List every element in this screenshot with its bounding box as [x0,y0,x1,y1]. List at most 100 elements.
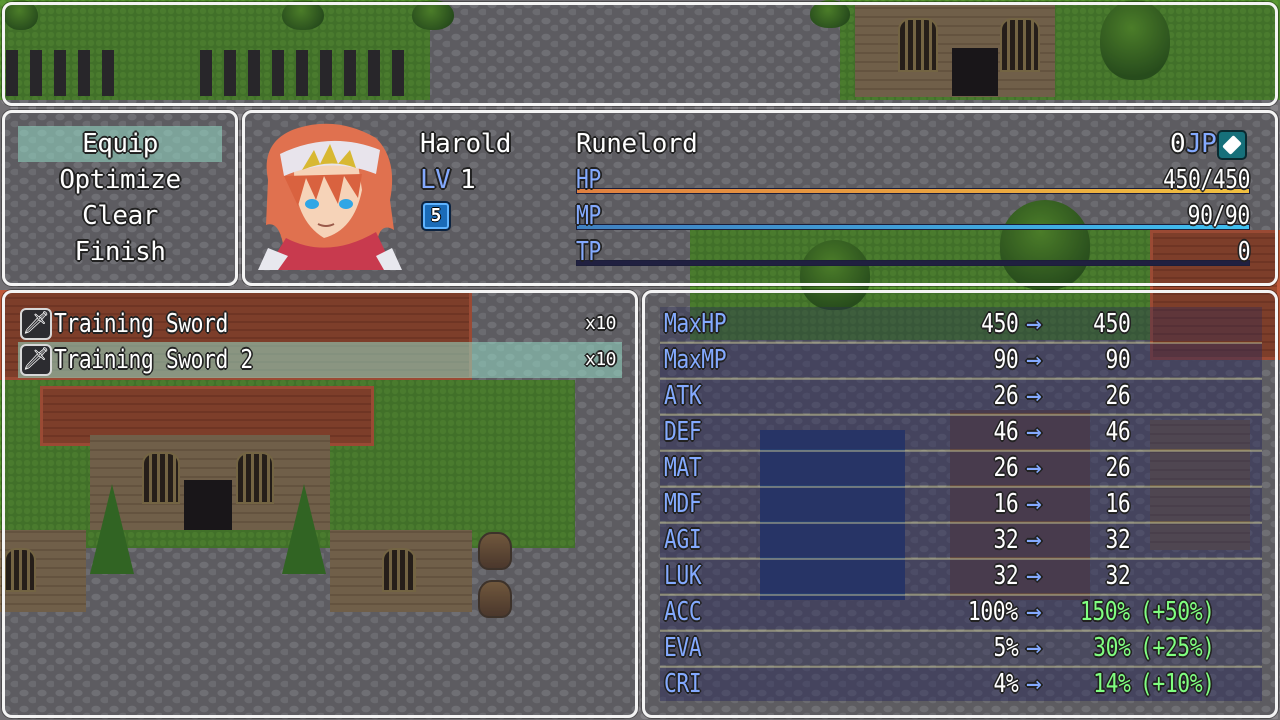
stat-name: MaxHP [664,309,727,339]
stat-difference: (+50%) [1140,597,1215,627]
hp-value: 450/450 [1163,165,1250,195]
stat-row-divider [660,522,1262,524]
stat-row-divider [660,414,1262,416]
stat-name: ACC [664,597,702,627]
stat-new-value: 150% [1080,597,1130,627]
stat-row-divider [660,450,1262,452]
tp-label: TP [576,237,601,267]
stat-current-value: 32 [993,561,1018,591]
command-finish[interactable]: Finish [18,234,222,270]
stat-name: CRI [664,669,702,699]
stat-row-def [660,415,1262,449]
arrow-right-icon: → [1026,453,1042,483]
stat-row-mat [660,451,1262,485]
stat-current-value: 90 [993,345,1018,375]
arrow-right-icon: → [1026,309,1042,339]
stat-difference: (+10%) [1140,669,1215,699]
mp-gauge-fill [577,225,1249,229]
stat-current-value: 26 [993,381,1018,411]
job-points-label: JP [1186,129,1217,159]
command-label: Clear [82,201,158,231]
sword-icon: 🗡 [20,308,52,340]
arrow-right-icon: → [1026,345,1042,375]
command-equip[interactable]: Equip [18,126,222,162]
arrow-right-icon: → [1026,633,1042,663]
arrow-right-icon: → [1026,381,1042,411]
stat-new-value: 14% [1092,669,1131,699]
mp-value: 90/90 [1187,201,1251,231]
stat-row-maxhp [660,307,1262,341]
actor-level: 1 [460,165,476,195]
stat-row-atk [660,379,1262,413]
level-label: LV [420,165,451,195]
stat-row-divider [660,342,1262,344]
job-points-value: 0 [1170,129,1186,159]
stat-name: LUK [664,561,702,591]
actor-name: Harold [420,129,511,159]
command-label: Finish [74,237,166,267]
stat-name: MDF [664,489,702,519]
command-label: Equip [82,129,158,159]
command-optimize[interactable]: Optimize [18,162,222,198]
stat-name: MAT [664,453,702,483]
item-count: x10 [584,349,617,370]
stat-current-value: 100% [968,597,1018,627]
stat-current-value: 450 [980,309,1019,339]
stat-row-divider [660,558,1262,560]
stat-new-value: 30% [1092,633,1131,663]
stat-difference: (+25%) [1140,633,1215,663]
badge-number: 5 [430,205,442,226]
stat-current-value: 46 [993,417,1018,447]
mp-gauge [576,224,1250,230]
item-name: Training Sword [54,309,228,339]
stat-name: EVA [664,633,702,663]
stat-name: AGI [664,525,702,555]
arrow-right-icon: → [1026,561,1042,591]
stat-row-mdf [660,487,1262,521]
stat-current-value: 4% [993,669,1018,699]
stat-new-value: 32 [1105,525,1130,555]
tp-value: 0 [1237,237,1251,267]
arrow-right-icon: → [1026,417,1042,447]
stat-new-value: 32 [1105,561,1130,591]
actor-class: Runelord [576,129,698,159]
stat-name: MaxMP [664,345,727,375]
hp-gauge-fill [577,189,1249,193]
item-row-training-sword-2[interactable]: 🗡 Training Sword 2 x10 [18,342,622,378]
stat-new-value: 46 [1105,417,1130,447]
item-row-training-sword[interactable]: 🗡 Training Sword x10 [18,306,622,342]
arrow-right-icon: → [1026,489,1042,519]
stat-row-maxmp [660,343,1262,377]
stat-new-value: 90 [1105,345,1130,375]
hp-label: HP [576,165,601,195]
sword-icon: 🗡 [20,344,52,376]
stat-new-value: 26 [1105,381,1130,411]
stat-new-value: 16 [1105,489,1130,519]
stat-row-agi [660,523,1262,557]
help-window [2,2,1278,106]
actor-portrait [258,123,402,270]
stat-name: ATK [664,381,702,411]
stat-current-value: 5% [993,633,1018,663]
stat-new-value: 26 [1105,453,1130,483]
stat-row-luk [660,559,1262,593]
stat-row-divider [660,378,1262,380]
hp-gauge [576,188,1250,194]
tp-gauge [576,260,1250,266]
arrow-right-icon: → [1026,669,1042,699]
arrow-right-icon: → [1026,525,1042,555]
stat-current-value: 16 [993,489,1018,519]
stat-name: DEF [664,417,702,447]
stat-current-value: 26 [993,453,1018,483]
item-name: Training Sword 2 [54,345,253,375]
stat-new-value: 450 [1092,309,1131,339]
stat-row-divider [660,486,1262,488]
mp-label: MP [576,201,601,231]
shield-badge-icon: 5 [421,201,451,231]
jp-crystal-icon [1217,130,1247,160]
command-clear[interactable]: Clear [18,198,222,234]
item-count: x10 [584,313,617,334]
arrow-right-icon: → [1026,597,1042,627]
command-label: Optimize [59,165,181,195]
stat-current-value: 32 [993,525,1018,555]
